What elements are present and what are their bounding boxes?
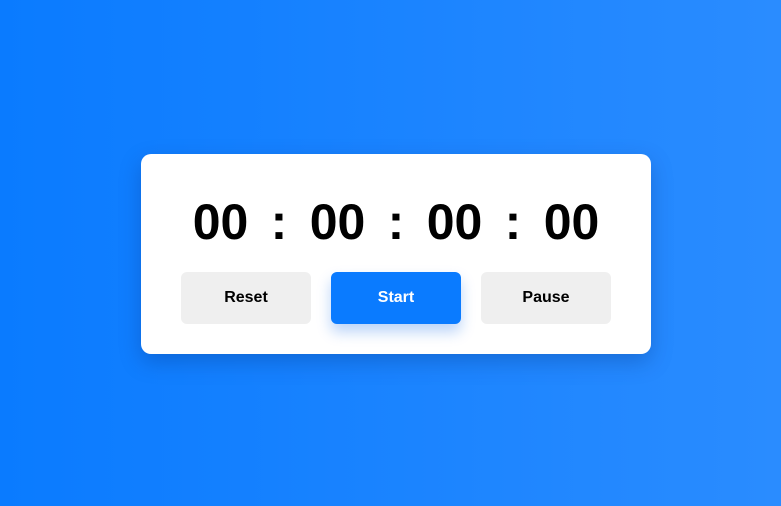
timer-separator: : <box>504 194 522 250</box>
control-buttons: Reset Start Pause <box>181 272 611 324</box>
timer-separator: : <box>387 194 405 250</box>
timer-seconds: 00 <box>426 194 483 250</box>
timer-hours: 00 <box>192 194 249 250</box>
pause-button[interactable]: Pause <box>481 272 611 324</box>
timer-display: 00 : 00 : 00 : 00 <box>141 194 651 250</box>
start-button[interactable]: Start <box>331 272 461 324</box>
timer-minutes: 00 <box>309 194 366 250</box>
stopwatch-card: 00 : 00 : 00 : 00 Reset Start Pause <box>141 154 651 354</box>
timer-centiseconds: 00 <box>543 194 600 250</box>
reset-button[interactable]: Reset <box>181 272 311 324</box>
timer-separator: : <box>270 194 288 250</box>
